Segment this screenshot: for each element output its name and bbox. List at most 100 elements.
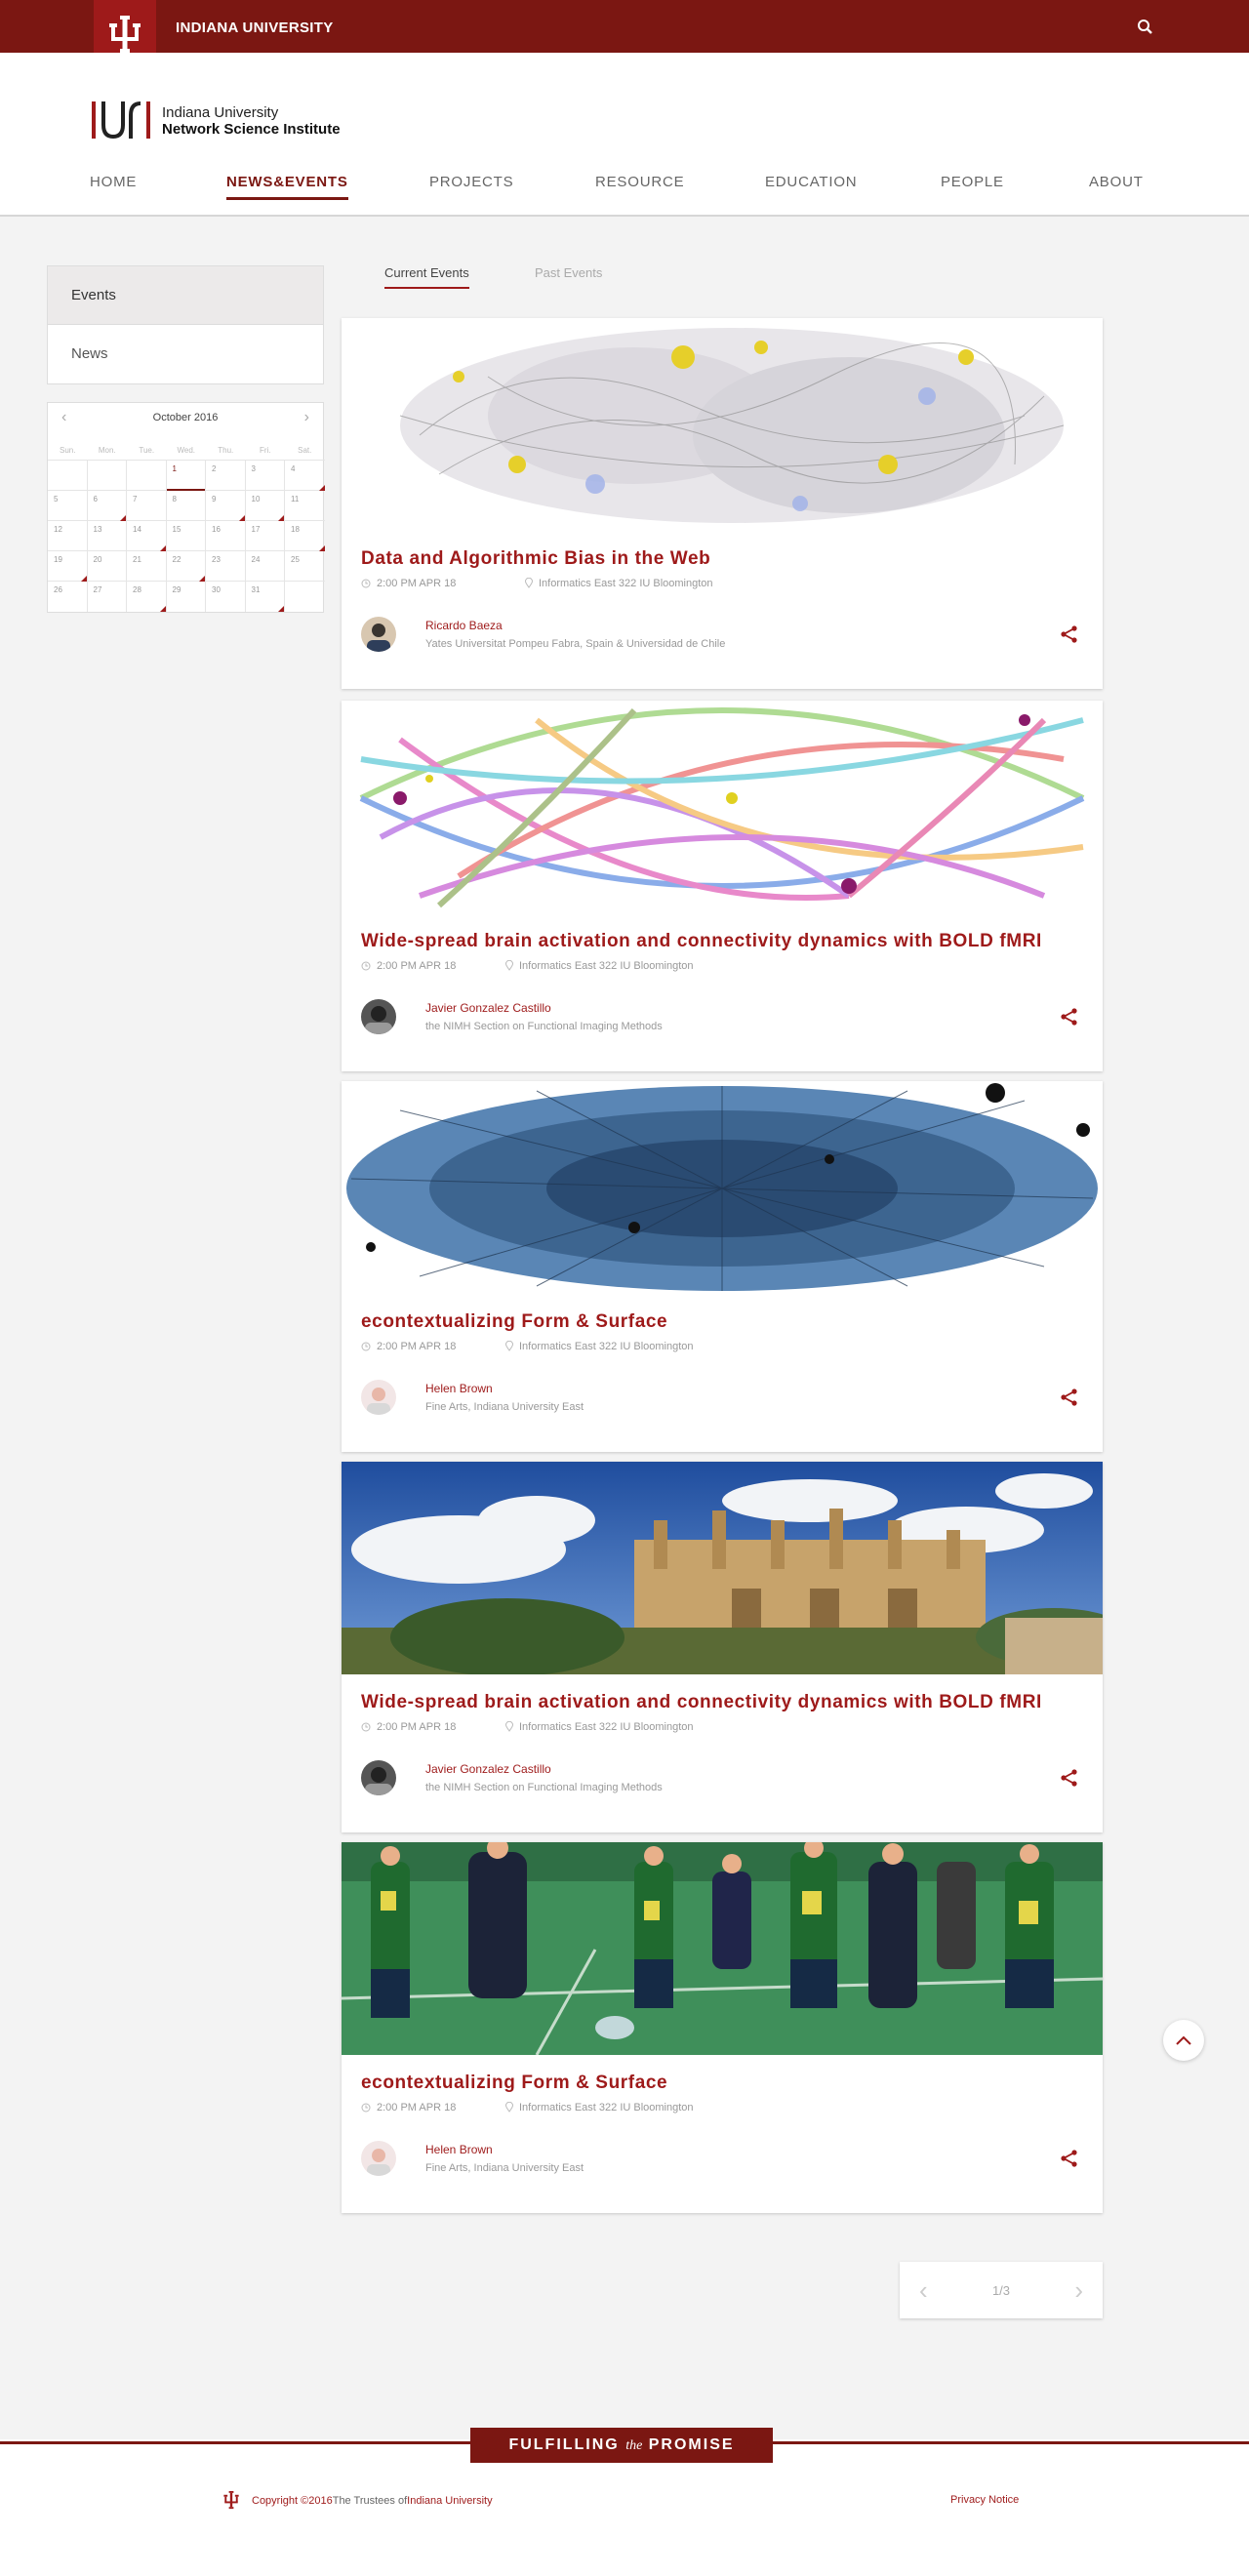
event-location-wrap: Informatics East 322 IU Bloomington <box>504 1340 694 1354</box>
event-card[interactable]: Wide-spread brain activation and connect… <box>342 701 1103 1071</box>
tab-current-events[interactable]: Current Events <box>384 265 469 289</box>
sidebar-item-news[interactable]: News <box>48 325 323 383</box>
calendar-next-icon[interactable]: › <box>304 403 309 432</box>
calendar-day[interactable]: 15 <box>167 521 206 551</box>
calendar-day[interactable]: 17 <box>246 521 285 551</box>
location-pin-icon <box>504 1340 514 1354</box>
institute-logo[interactable]: Indiana University Network Science Insti… <box>90 100 341 142</box>
speaker-row: Ricardo Baeza Yates Universitat Pompeu F… <box>361 617 1083 656</box>
nav-education[interactable]: EDUCATION <box>765 174 857 190</box>
privacy-notice-link[interactable]: Privacy Notice <box>950 2494 1019 2506</box>
promise-text-b: PROMISE <box>642 2436 735 2453</box>
calendar-grid: Sun. Mon. Tue. Wed. Thu. Fri. Sat. 1 2 3… <box>48 446 325 612</box>
calendar-day[interactable]: 29 <box>167 582 206 612</box>
pagination: ‹ 1/3 › <box>900 2262 1103 2318</box>
sidebar-menu: Events News <box>47 265 324 384</box>
nav-resource[interactable]: RESOURCE <box>595 174 684 190</box>
event-title[interactable]: Data and Algorithmic Bias in the Web <box>361 548 710 570</box>
clock-icon <box>361 1342 371 1354</box>
speaker-row: Helen Brown Fine Arts, Indiana Universit… <box>361 1380 1083 1419</box>
speaker-org: the NIMH Section on Functional Imaging M… <box>425 1021 663 1032</box>
calendar-day[interactable]: 13 <box>88 521 127 551</box>
event-title[interactable]: econtextualizing Form & Surface <box>361 2073 667 2094</box>
event-card[interactable]: econtextualizing Form & Surface 2:00 PM … <box>342 1081 1103 1452</box>
share-icon[interactable] <box>1060 624 1079 644</box>
calendar-day[interactable]: 30 <box>206 582 246 612</box>
nav-projects[interactable]: PROJECTS <box>429 174 513 190</box>
calendar-day[interactable]: 24 <box>246 551 285 582</box>
calendar-day-today[interactable]: 1 <box>166 461 206 491</box>
nav-news-events[interactable]: NEWS&EVENTS <box>226 174 348 200</box>
clock-icon <box>361 2103 371 2115</box>
calendar-day-event[interactable]: 19 <box>48 551 88 582</box>
share-icon[interactable] <box>1060 1388 1079 1407</box>
weekday-label: Sat. <box>298 446 312 455</box>
calendar-day-event[interactable]: 10 <box>246 491 285 521</box>
calendar-day[interactable]: 23 <box>206 551 246 582</box>
calendar-day[interactable]: 8 <box>167 491 206 521</box>
iu-trident-icon <box>223 2490 239 2510</box>
pagination-next-icon[interactable]: › <box>1074 2275 1083 2306</box>
event-image-hockey-team <box>342 1842 1103 2055</box>
speaker-name[interactable]: Helen Brown <box>425 1382 493 1395</box>
speaker-name[interactable]: Ricardo Baeza <box>425 619 503 632</box>
calendar-header: ‹ October 2016 › <box>48 403 323 432</box>
event-card[interactable]: Wide-spread brain activation and connect… <box>342 1462 1103 1832</box>
share-icon[interactable] <box>1060 1768 1079 1788</box>
calendar-day-event[interactable]: 9 <box>206 491 246 521</box>
calendar-day-event[interactable]: 4 <box>285 461 325 491</box>
calendar-day-event[interactable]: 22 <box>167 551 206 582</box>
indiana-university-link[interactable]: Indiana University <box>407 2495 492 2507</box>
speaker-name[interactable]: Javier Gonzalez Castillo <box>425 1001 551 1015</box>
calendar-day-event[interactable]: 6 <box>88 491 127 521</box>
sidebar-item-events[interactable]: Events <box>48 266 323 325</box>
calendar-day[interactable]: 16 <box>206 521 246 551</box>
calendar-day[interactable]: 2 <box>206 461 246 491</box>
share-icon[interactable] <box>1060 2149 1079 2168</box>
event-card[interactable]: Data and Algorithmic Bias in the Web 2:0… <box>342 318 1103 689</box>
pagination-status: 1/3 <box>991 2283 1011 2298</box>
calendar-day[interactable]: 27 <box>88 582 127 612</box>
back-to-top-button[interactable] <box>1163 2020 1204 2061</box>
tab-past-events[interactable]: Past Events <box>535 265 602 280</box>
event-image-sketch <box>342 318 1103 531</box>
calendar-day[interactable]: 21 <box>127 551 167 582</box>
calendar-day[interactable]: 12 <box>48 521 88 551</box>
nav-news-events-label: NEWS&EVENTS <box>226 174 348 190</box>
calendar-day[interactable]: 5 <box>48 491 88 521</box>
calendar-day[interactable]: 11 <box>285 491 325 521</box>
calendar-day[interactable]: 20 <box>88 551 127 582</box>
speaker-name[interactable]: Javier Gonzalez Castillo <box>425 1762 551 1776</box>
site-header: Indiana University Network Science Insti… <box>0 53 1249 217</box>
speaker-name[interactable]: Helen Brown <box>425 2143 493 2156</box>
event-location: Informatics East 322 IU Bloomington <box>519 1341 694 1352</box>
speaker-row: Helen Brown Fine Arts, Indiana Universit… <box>361 2141 1083 2180</box>
nav-about[interactable]: ABOUT <box>1089 174 1144 190</box>
event-title[interactable]: Wide-spread brain activation and connect… <box>361 931 1042 952</box>
calendar-day[interactable]: 7 <box>127 491 167 521</box>
speaker-org: Yates Universitat Pompeu Fabra, Spain & … <box>425 638 726 650</box>
calendar-prev-icon[interactable]: ‹ <box>61 403 66 432</box>
calendar-day-event[interactable]: 31 <box>246 582 285 612</box>
clock-icon <box>361 1722 371 1735</box>
event-title[interactable]: Wide-spread brain activation and connect… <box>361 1692 1042 1713</box>
speaker-org: Fine Arts, Indiana University East <box>425 2162 584 2174</box>
calendar-day-event[interactable]: 18 <box>285 521 325 551</box>
calendar-day-event[interactable]: 14 <box>127 521 167 551</box>
calendar-day[interactable]: 26 <box>48 582 88 612</box>
calendar-weekdays: Sun. Mon. Tue. Wed. Thu. Fri. Sat. <box>48 446 325 460</box>
nav-people[interactable]: PEOPLE <box>941 174 1004 190</box>
event-image-network-arcs <box>342 701 1103 913</box>
brand-line-2: Network Science Institute <box>162 121 341 138</box>
university-name[interactable]: INDIANA UNIVERSITY <box>176 20 334 36</box>
event-card[interactable]: econtextualizing Form & Surface 2:00 PM … <box>342 1842 1103 2213</box>
calendar-day[interactable]: 25 <box>285 551 325 582</box>
share-icon[interactable] <box>1060 1007 1079 1026</box>
calendar-day-event[interactable]: 28 <box>127 582 167 612</box>
search-icon[interactable] <box>1136 18 1155 37</box>
location-pin-icon <box>504 1720 514 1735</box>
speaker-org: the NIMH Section on Functional Imaging M… <box>425 1782 663 1793</box>
event-title[interactable]: econtextualizing Form & Surface <box>361 1311 667 1333</box>
nav-home[interactable]: HOME <box>90 174 137 190</box>
calendar-day[interactable]: 3 <box>246 461 285 491</box>
